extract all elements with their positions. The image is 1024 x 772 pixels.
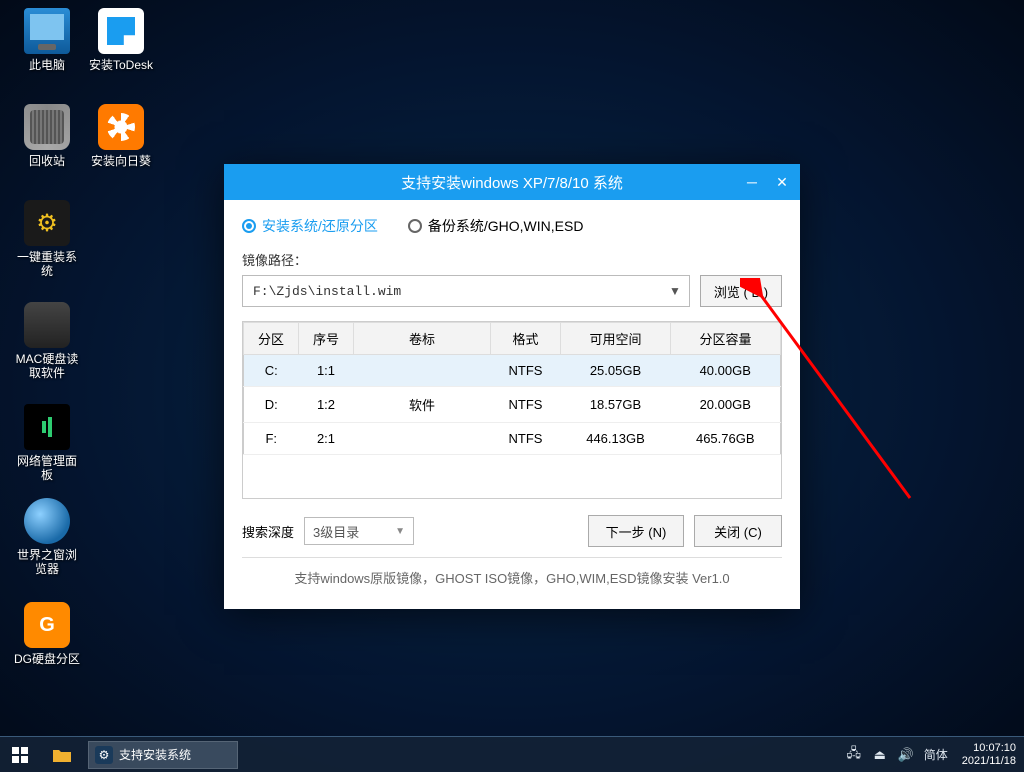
- start-button[interactable]: [0, 737, 40, 772]
- search-depth-dropdown[interactable]: 3级目录: [304, 517, 414, 545]
- image-path-label: 镜像路径：: [242, 250, 782, 269]
- close-button[interactable]: ✕: [772, 172, 792, 192]
- windows-icon: [12, 747, 28, 763]
- desktop-icon-label: 安装ToDesk: [86, 58, 156, 72]
- pc-icon: [24, 8, 70, 54]
- search-depth-value: 3级目录: [313, 522, 359, 541]
- table-row[interactable]: D: 1:2 软件 NTFS 18.57GB 20.00GB: [244, 387, 781, 423]
- table-row[interactable]: F: 2:1 NTFS 446.13GB 465.76GB: [244, 423, 781, 455]
- partition-table[interactable]: 分区 序号 卷标 格式 可用空间 分区容量 C: 1:1 NTFS 25.05G…: [242, 321, 782, 499]
- minimize-button[interactable]: ─: [742, 172, 762, 192]
- desktop-icon-reinstall[interactable]: 一键重装系统: [12, 200, 82, 278]
- globe-icon: [24, 498, 70, 544]
- recycle-bin-icon: [24, 104, 70, 150]
- taskbar-task-installer[interactable]: ⚙ 支持安装系统: [88, 741, 238, 769]
- col-volume: 卷标: [354, 323, 491, 355]
- col-format: 格式: [491, 323, 561, 355]
- volume-tray-icon[interactable]: 🔊: [898, 747, 914, 763]
- next-button[interactable]: 下一步 (N): [588, 515, 684, 547]
- dropdown-icon[interactable]: ▼: [661, 284, 689, 298]
- col-free: 可用空间: [561, 323, 671, 355]
- sunflower-icon: [98, 104, 144, 150]
- table-header-row: 分区 序号 卷标 格式 可用空间 分区容量: [244, 323, 781, 355]
- dialog-titlebar[interactable]: 支持安装windows XP/7/8/10 系统 ─ ✕: [224, 164, 800, 200]
- network-tray-icon[interactable]: 🖧: [846, 747, 862, 763]
- desktop-icon-todesk[interactable]: 安装ToDesk: [86, 8, 156, 72]
- desktop-icon-label: 回收站: [12, 154, 82, 168]
- radio-label: 安装系统/还原分区: [262, 216, 378, 236]
- col-index: 序号: [299, 323, 354, 355]
- col-partition: 分区: [244, 323, 299, 355]
- desktop-icon-this-pc[interactable]: 此电脑: [12, 8, 82, 72]
- gear-icon: [24, 200, 70, 246]
- radio-install-restore[interactable]: 安装系统/还原分区: [242, 216, 378, 236]
- dg-icon: G: [24, 602, 70, 648]
- desktop-icon-network-panel[interactable]: 网络管理面板: [12, 404, 82, 482]
- taskbar-task-label: 支持安装系统: [119, 746, 191, 763]
- desktop-icon-sunflower[interactable]: 安装向日葵: [86, 104, 156, 168]
- image-path-value: F:\Zjds\install.wim: [243, 284, 661, 299]
- radio-label: 备份系统/GHO,WIN,ESD: [428, 216, 584, 236]
- ime-indicator[interactable]: 简体: [924, 747, 948, 763]
- desktop-icon-label: 一键重装系统: [12, 250, 82, 278]
- desktop-icon-label: 网络管理面板: [12, 454, 82, 482]
- desktop-icon-label: 此电脑: [12, 58, 82, 72]
- taskbar-explorer[interactable]: [40, 737, 84, 772]
- network-icon: [24, 404, 70, 450]
- desktop-icon-mac-disk[interactable]: MAC硬盘读取软件: [12, 302, 82, 380]
- search-depth-label: 搜索深度: [242, 522, 294, 541]
- desktop-icon-label: 世界之窗浏览器: [12, 548, 82, 576]
- folder-icon: [52, 747, 72, 763]
- desktop-icon-label: MAC硬盘读取软件: [12, 352, 82, 380]
- desktop-icon-label: DG硬盘分区: [12, 652, 82, 666]
- dialog-title: 支持安装windows XP/7/8/10 系统: [401, 172, 623, 193]
- taskbar-time: 10:07:10: [962, 742, 1016, 755]
- desktop-icon-label: 安装向日葵: [86, 154, 156, 168]
- table-row[interactable]: C: 1:1 NTFS 25.05GB 40.00GB: [244, 355, 781, 387]
- desktop-icon-recycle-bin[interactable]: 回收站: [12, 104, 82, 168]
- radio-dot-icon: [242, 219, 256, 233]
- todesk-icon: [98, 8, 144, 54]
- close-dialog-button[interactable]: 关闭 (C): [694, 515, 782, 547]
- radio-backup[interactable]: 备份系统/GHO,WIN,ESD: [408, 216, 584, 236]
- desktop-icon-world-browser[interactable]: 世界之窗浏览器: [12, 498, 82, 576]
- browse-button[interactable]: 浏览 ( B ): [700, 275, 782, 307]
- gear-icon: ⚙: [95, 746, 113, 764]
- taskbar: ⚙ 支持安装系统 🖧 ⏏ 🔊 简体 10:07:10 2021/11/18: [0, 736, 1024, 772]
- image-path-input[interactable]: F:\Zjds\install.wim ▼: [242, 275, 690, 307]
- col-capacity: 分区容量: [671, 323, 781, 355]
- dialog-footer-text: 支持windows原版镜像，GHOST ISO镜像，GHO,WIM,ESD镜像安…: [242, 557, 782, 599]
- usb-tray-icon[interactable]: ⏏: [872, 747, 888, 763]
- taskbar-date: 2021/11/18: [962, 755, 1016, 768]
- radio-circle-icon: [408, 219, 422, 233]
- apple-icon: [24, 302, 70, 348]
- taskbar-clock[interactable]: 10:07:10 2021/11/18: [962, 742, 1016, 768]
- desktop-icon-dg-partition[interactable]: G DG硬盘分区: [12, 602, 82, 666]
- install-dialog: 支持安装windows XP/7/8/10 系统 ─ ✕ 安装系统/还原分区 备…: [224, 164, 800, 609]
